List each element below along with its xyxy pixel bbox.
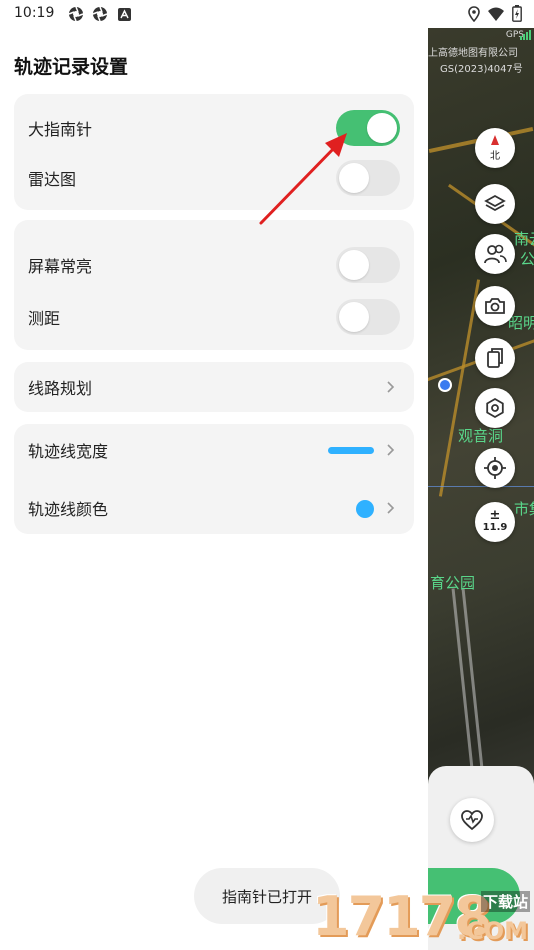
status-time: 10:19 [14, 5, 55, 21]
heart-icon [461, 810, 483, 831]
signal-icon [520, 30, 531, 40]
location-icon [468, 5, 480, 22]
map-place-label: 公 [520, 250, 534, 268]
map-place-label: 市集 [514, 500, 534, 518]
settings-group-screen: 屏幕常亮 测距 [14, 220, 414, 350]
setting-label: 大指南针 [28, 120, 93, 139]
watermark-domain: .COM [456, 917, 528, 945]
setting-row-distance[interactable]: 测距 [14, 291, 414, 343]
map-copyright-line2: GS(2023)4047号 [440, 64, 523, 75]
aperture-icon [92, 6, 108, 22]
camera-button[interactable] [475, 286, 515, 326]
setting-label: 线路规划 [28, 379, 93, 398]
team-button[interactable] [475, 234, 515, 274]
map-place-label: 育公园 [430, 574, 476, 592]
compass-button[interactable]: 北 [475, 128, 515, 168]
battery-icon [512, 5, 522, 22]
setting-label: 测距 [28, 309, 61, 328]
setting-label: 雷达图 [28, 170, 77, 189]
copy-button[interactable] [475, 338, 515, 378]
setting-row-route-planning[interactable]: 线路规划 [14, 362, 414, 412]
settings-group-track-line: 轨迹线宽度 轨迹线颜色 [14, 424, 414, 534]
keep-screen-on-toggle[interactable] [336, 247, 400, 283]
map-copyright-line1: 上高德地图有限公司 [428, 48, 518, 59]
map-copyright: 上高德地图有限公司 GS(2023)4047号 [428, 46, 523, 78]
line-width-preview [328, 447, 374, 454]
zoom-symbol: ± [489, 508, 501, 523]
setting-label: 屏幕常亮 [28, 257, 93, 276]
chevron-right-icon [387, 381, 395, 393]
camera-icon [485, 298, 505, 314]
distance-toggle[interactable] [336, 299, 400, 335]
chevron-right-icon [387, 502, 395, 514]
compass-label: 北 [490, 151, 500, 162]
setting-row-line-width[interactable]: 轨迹线宽度 [14, 424, 414, 476]
map-settings-button[interactable] [475, 388, 515, 428]
line-color-preview [356, 500, 374, 518]
setting-label: 轨迹线宽度 [28, 442, 109, 461]
status-right-icons [468, 5, 522, 22]
text-icon [118, 8, 131, 21]
health-button[interactable] [450, 798, 494, 842]
setting-label: 轨迹线颜色 [28, 500, 109, 519]
setting-row-keep-screen-on[interactable]: 屏幕常亮 [14, 239, 414, 291]
current-location-marker [438, 378, 452, 392]
map-place-label: 观音洞 [458, 427, 504, 445]
locate-icon [484, 457, 506, 479]
locate-button[interactable] [475, 448, 515, 488]
watermark-logo: 17178 下载站 .COM [312, 885, 534, 950]
annotation-arrow-icon [259, 133, 347, 225]
map-place-label: 南云 [514, 230, 534, 248]
watermark-tag: 下载站 [480, 891, 530, 912]
status-bar: 10:19 [0, 0, 534, 28]
zoom-level: 11.9 [482, 522, 508, 533]
track-settings-panel: 轨迹记录设置 大指南针 雷达图 屏幕常亮 测距 线路规划 轨迹线宽度 轨迹线颜色 [0, 28, 428, 950]
map-view[interactable]: GPS 上高德地图有限公司 GS(2023)4047号 南云 公 昭明 观音洞 … [428, 28, 534, 950]
layers-button[interactable] [475, 184, 515, 224]
zoom-button[interactable]: ± 11.9 [475, 502, 515, 542]
setting-row-line-color[interactable]: 轨迹线颜色 [14, 482, 414, 534]
layers-icon [484, 194, 506, 212]
zoom-icon: ± 11.9 [482, 508, 508, 534]
chevron-right-icon [387, 444, 395, 456]
copy-icon [487, 348, 503, 368]
settings-icon [486, 397, 504, 419]
page-title: 轨迹记录设置 [14, 56, 129, 78]
aperture-icon [68, 6, 84, 22]
wifi-icon [488, 7, 504, 21]
users-icon [484, 244, 507, 264]
